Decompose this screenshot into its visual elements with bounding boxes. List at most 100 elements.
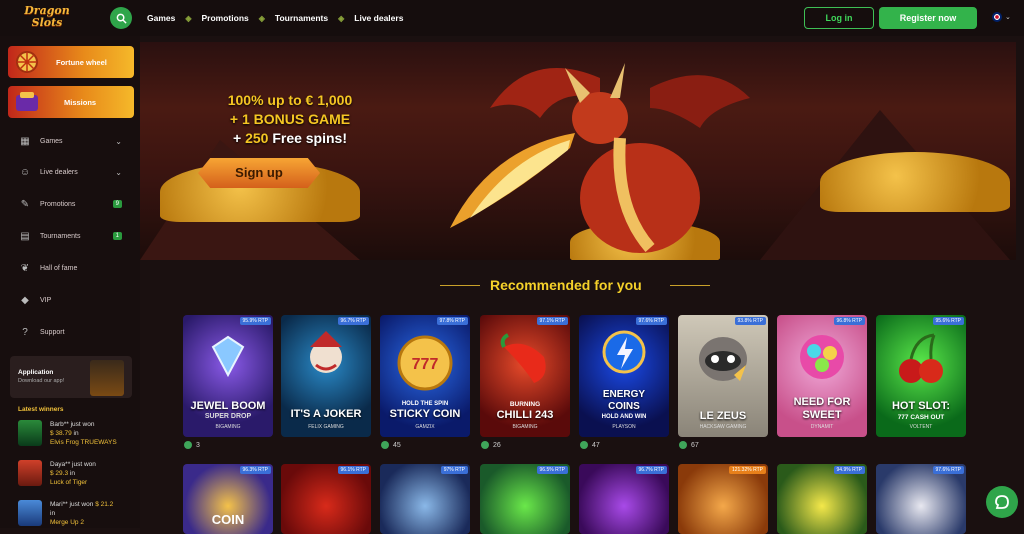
winner-item[interactable]: Mari** just won $ 21.2 in Merge Up 2	[18, 500, 138, 530]
game-title: IT'S A JOKER	[290, 408, 362, 420]
game-provider: HACKSAW GAMING	[699, 424, 747, 430]
missions-card[interactable]: Missions	[8, 86, 134, 118]
game-title: COIN	[211, 512, 245, 527]
game-card[interactable]: 94.9% RTP	[777, 464, 867, 534]
game-card[interactable]: 97% RTP	[380, 464, 470, 534]
logo[interactable]: Dragon Slots	[18, 5, 76, 31]
rtp-badge: 121.32% RTP	[728, 466, 766, 474]
rtp-badge: 95.9% RTP	[239, 317, 271, 325]
top-bar: Dragon Slots Games ◈ Promotions ◈ Tourna…	[0, 0, 1024, 36]
chat-icon	[995, 495, 1009, 509]
chevron-down-icon: ⌄	[115, 167, 122, 177]
winner-amount: $ 38.79 in	[50, 430, 79, 437]
game-title: LE ZEUS	[699, 410, 747, 422]
rtp-badge: 97.6% RTP	[932, 466, 964, 474]
search-button[interactable]	[110, 7, 132, 29]
fortune-wheel-card[interactable]: Fortune wheel	[8, 46, 134, 78]
sidebar-item-support[interactable]: ? Support	[18, 323, 130, 341]
game-card-hot-slot[interactable]: 95.6% RTP HOT SLOT: 777 CASH OUT VOLTENT	[876, 315, 966, 437]
game-card[interactable]: 96.5% RTP	[480, 464, 570, 534]
game-provider: GAMZIX	[415, 424, 435, 430]
player-count: 45	[381, 441, 401, 449]
rtp-badge: 97.6% RTP	[635, 317, 667, 325]
sidebar-item-games[interactable]: ▦ Games ⌄	[18, 132, 130, 150]
diamond-icon: ◆	[21, 294, 29, 306]
gold-pile	[820, 152, 1010, 212]
player-icon	[679, 441, 687, 449]
nav-promotions[interactable]: Promotions	[202, 13, 249, 23]
winner-prep: in	[50, 510, 56, 517]
login-button[interactable]: Log in	[804, 7, 874, 29]
sidebar-item-vip[interactable]: ◆ VIP	[18, 291, 130, 309]
game-title: COINS	[608, 401, 640, 412]
main-nav: Games ◈ Promotions ◈ Tournaments ◈ Live …	[147, 0, 403, 36]
support-chat-button[interactable]	[986, 486, 1018, 518]
game-card-energy-coins[interactable]: 97.6% RTP ENERGY COINS HOLD AND WIN PLAY…	[579, 315, 669, 437]
game-card[interactable]: 96.1% RTP	[281, 464, 371, 534]
rtp-badge: 97.8% RTP	[436, 317, 468, 325]
game-card-sticky-coin[interactable]: 97.8% RTP 777 HOLD THE SPIN STICKY COIN …	[380, 315, 470, 437]
title-decoration	[440, 285, 480, 286]
sidebar-item-promotions[interactable]: ✎ Promotions 9	[18, 195, 130, 213]
winner-game[interactable]: Elvis Frog TRUEWAYS	[50, 439, 117, 446]
game-thumbnail	[18, 500, 42, 526]
game-title: CHILLI 243	[496, 409, 554, 421]
rtp-badge: 96.7% RTP	[635, 466, 667, 474]
game-extra: HOLD AND WIN	[601, 414, 647, 420]
logo-line2: Slots	[31, 16, 63, 29]
game-subtitle: NEED FOR	[793, 396, 851, 408]
winner-game[interactable]: Merge Up 2	[50, 519, 84, 526]
game-card-le-zeus[interactable]: 93.8% RTP LE ZEUS HACKSAW GAMING	[678, 315, 768, 437]
signup-button[interactable]: Sign up	[198, 158, 320, 188]
fortune-wheel-label: Fortune wheel	[56, 57, 107, 67]
game-card[interactable]: 121.32% RTP	[678, 464, 768, 534]
chevron-down-icon: ⌄	[115, 136, 122, 146]
diamond-image	[211, 335, 245, 378]
nav-separator-icon: ◈	[258, 13, 265, 23]
cherries-image	[899, 333, 943, 383]
register-button[interactable]: Register now	[879, 7, 977, 29]
nav-games[interactable]: Games	[147, 13, 175, 23]
hero-banner[interactable]: 100% up to € 1,000 + 1 BONUS GAME + 250 …	[140, 42, 1016, 260]
game-subtitle: ENERGY	[602, 389, 646, 400]
sidebar-item-live-dealers[interactable]: ☺ Live dealers ⌄	[18, 163, 130, 181]
game-card-jewel-boom[interactable]: 95.9% RTP JEWEL BOOM SUPER DROP BIGAMING	[183, 315, 273, 437]
winner-item[interactable]: Barb** just won $ 38.79 in Elvis Frog TR…	[18, 420, 138, 450]
language-selector[interactable]: ⌄	[992, 12, 1011, 22]
winner-line: Barb** just won	[50, 421, 95, 428]
game-provider: PLAYSON	[612, 424, 636, 430]
app-download-card[interactable]: Application Download our app!	[10, 356, 132, 398]
game-card-burning-chilli[interactable]: 97.1% RTP BURNING CHILLI 243 BIGAMING	[480, 315, 570, 437]
game-card-need-for-sweet[interactable]: 96.8% RTP NEED FOR SWEET DYNAMIT	[777, 315, 867, 437]
sidebar-item-tournaments[interactable]: ▤ Tournaments 1	[18, 227, 130, 245]
energy-coin-image	[602, 330, 646, 374]
chilli-image	[500, 333, 546, 383]
game-card[interactable]: 96.3% RTP COIN	[183, 464, 273, 534]
app-title: Application	[18, 369, 54, 376]
dragon-image	[450, 63, 750, 253]
game-card[interactable]: 97.6% RTP	[876, 464, 966, 534]
game-card-its-a-joker[interactable]: 96.7% RTP IT'S A JOKER FELIX GAMING	[281, 315, 371, 437]
phone-image	[90, 360, 124, 396]
app-subtitle: Download our app!	[18, 378, 65, 384]
winner-line: Mari** just won $ 21.2	[50, 501, 114, 508]
player-count: 3	[184, 441, 200, 449]
winner-game[interactable]: Luck of Tiger	[50, 479, 87, 486]
rtp-badge: 95.6% RTP	[932, 317, 964, 325]
rtp-badge: 96.7% RTP	[337, 317, 369, 325]
rtp-badge: 96.8% RTP	[833, 317, 865, 325]
game-subtitle: BURNING	[509, 401, 541, 408]
nav-separator-icon: ◈	[338, 13, 345, 23]
sidebar-item-label: Live dealers	[40, 168, 78, 176]
winner-item[interactable]: Daya** just won $ 29.3 in Luck of Tiger	[18, 460, 138, 490]
game-card[interactable]: 96.7% RTP	[579, 464, 669, 534]
nav-tournaments[interactable]: Tournaments	[275, 13, 328, 23]
nav-live-dealers[interactable]: Live dealers	[354, 13, 403, 23]
missions-icon	[10, 87, 44, 117]
sidebar-item-label: Games	[40, 137, 63, 145]
sidebar-item-label: VIP	[40, 296, 52, 304]
missions-label: Missions	[64, 97, 97, 107]
hero-line3: + 250 Free spins!	[232, 130, 348, 146]
game-title: HOT SLOT:	[891, 400, 951, 412]
sidebar-item-hall-of-fame[interactable]: ❦ Hall of fame	[18, 259, 130, 277]
